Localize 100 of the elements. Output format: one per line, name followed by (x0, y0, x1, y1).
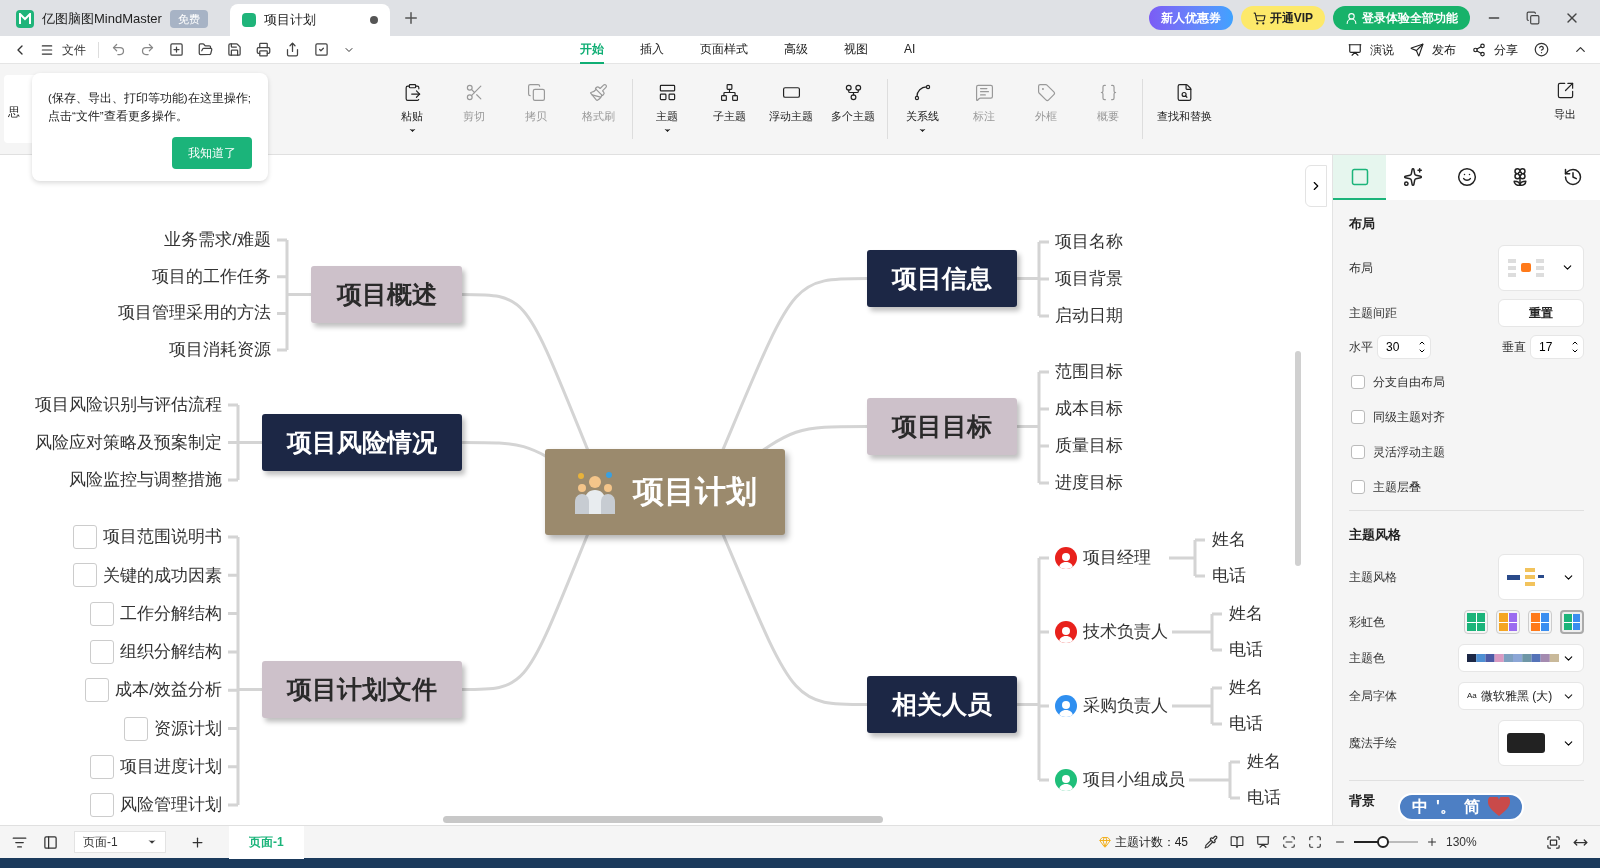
hand-drawn-select[interactable] (1498, 720, 1584, 766)
topic-node[interactable]: 项目概述 (311, 266, 462, 323)
ribbon-button[interactable]: 查找和替换 (1146, 82, 1222, 136)
ribbon-button[interactable]: 粘贴 (381, 82, 443, 136)
checkbox[interactable] (1351, 444, 1365, 459)
ime-indicator[interactable]: 中 '。 简 (1398, 793, 1524, 821)
redo-icon[interactable] (140, 42, 155, 57)
checkbox[interactable] (1351, 374, 1365, 389)
topic-node[interactable]: 项目信息 (867, 250, 1017, 307)
toolbar-action[interactable]: 分享 (1472, 40, 1518, 59)
subtopic-text[interactable]: 项目管理采用的方法 (118, 300, 271, 327)
ribbon-button[interactable]: 浮动主题 (760, 82, 822, 136)
checkbox[interactable] (1351, 409, 1365, 424)
subtopic-text[interactable]: 电话 (1229, 711, 1263, 737)
subtopic-text[interactable]: 风险管理计划 (120, 792, 222, 818)
subtopic-text[interactable]: 项目背景 (1055, 266, 1123, 292)
toolbar-action[interactable]: 发布 (1410, 40, 1456, 59)
subtopic-text[interactable]: 业务需求/难题 (164, 227, 271, 253)
checkbox[interactable] (1351, 479, 1365, 494)
subtopic-text[interactable]: 风险应对策略及预案制定 (35, 429, 222, 456)
subtopic-text[interactable]: 启动日期 (1055, 303, 1123, 329)
ribbon-tab[interactable]: 视图 (844, 35, 868, 64)
subtopic-text[interactable]: 风险监控与调整措施 (69, 467, 222, 493)
zoom-slider-thumb[interactable] (1376, 836, 1389, 848)
reset-button[interactable]: 重置 (1498, 298, 1584, 327)
rainbow-swatch[interactable] (1560, 610, 1584, 634)
checkbox[interactable] (73, 525, 97, 549)
expand-icon[interactable] (1308, 835, 1322, 849)
vertical-scrollbar[interactable] (1295, 351, 1301, 566)
add-page-icon[interactable] (190, 834, 205, 850)
subtopic-text[interactable]: 成本/效益分析 (115, 677, 222, 703)
layout-select[interactable] (1498, 244, 1584, 291)
ribbon-tab[interactable]: AI (904, 35, 916, 64)
checkbox[interactable] (73, 563, 97, 588)
undo-icon[interactable] (111, 42, 126, 57)
ribbon-button[interactable]: 多个主题 (822, 82, 884, 136)
style-select[interactable] (1498, 554, 1584, 600)
ribbon-tab[interactable]: 页面样式 (700, 35, 748, 64)
help-icon[interactable] (1534, 42, 1549, 57)
ribbon-tab[interactable]: 高级 (784, 35, 808, 64)
toolbar-action[interactable]: 演说 (1348, 40, 1394, 59)
subtopic-text[interactable]: 项目消耗资源 (169, 337, 271, 364)
number-input[interactable]: 30 (1377, 334, 1431, 359)
subtopic-text[interactable]: 工作分解结构 (120, 600, 222, 627)
print-icon[interactable] (256, 42, 271, 57)
theme-color-select[interactable] (1458, 644, 1584, 672)
fullscreen-icon[interactable] (1546, 834, 1561, 850)
ribbon-button[interactable]: 子主题 (698, 82, 760, 136)
restore-icon[interactable] (1526, 11, 1540, 25)
save-icon[interactable] (227, 42, 242, 57)
ribbon-tab[interactable]: 插入 (640, 35, 664, 64)
ribbon-button[interactable]: 关系线 (891, 82, 953, 136)
outline-icon[interactable] (12, 834, 27, 850)
ribbon-button[interactable]: 主题 (636, 82, 698, 136)
subtopic-text[interactable]: 电话 (1229, 637, 1263, 663)
checkbox[interactable] (85, 678, 110, 703)
subtopic-text[interactable]: 姓名 (1247, 749, 1281, 775)
subtopic-text[interactable]: 电话 (1212, 563, 1246, 589)
book-icon[interactable] (1230, 835, 1244, 849)
checklist-icon[interactable] (314, 42, 329, 57)
zoom-in-icon[interactable] (1426, 836, 1438, 848)
subtopic-text[interactable]: 关键的成功因素 (103, 562, 222, 589)
subtopic-text[interactable]: 电话 (1247, 785, 1281, 811)
topic-node[interactable]: 相关人员 (867, 676, 1017, 733)
subtopic-text[interactable]: 项目名称 (1055, 229, 1123, 255)
subtopic-text[interactable]: 资源计划 (154, 715, 222, 742)
menu-icon[interactable] (40, 42, 54, 57)
number-input[interactable]: 17 (1530, 334, 1584, 359)
subtopic-text[interactable]: 组织分解结构 (120, 639, 222, 665)
font-select[interactable]: Aa 微软雅黑 (大) (1458, 682, 1584, 710)
subtopic-text[interactable]: 项目风险识别与评估流程 (35, 392, 222, 418)
new-tab-icon[interactable] (402, 9, 420, 27)
document-tab[interactable]: 项目计划 (230, 4, 390, 36)
new-icon[interactable] (169, 42, 184, 57)
subtopic-text[interactable]: 项目的工作任务 (152, 263, 271, 290)
rainbow-swatch[interactable] (1464, 610, 1488, 634)
topic-node[interactable]: 项目风险情况 (262, 414, 462, 471)
subtopic-text[interactable]: 姓名 (1212, 527, 1246, 553)
export-icon[interactable] (285, 42, 300, 57)
presentation-icon[interactable] (1256, 835, 1270, 849)
subtopic-text[interactable]: 姓名 (1229, 675, 1263, 701)
promo-button[interactable]: 开通VIP (1240, 6, 1325, 30)
subtopic-text[interactable]: 质量目标 (1055, 433, 1123, 459)
subtopic-text[interactable]: 项目范围说明书 (103, 524, 222, 550)
checkbox[interactable] (124, 716, 148, 741)
folder-icon[interactable] (198, 42, 213, 57)
rainbow-swatch[interactable] (1528, 610, 1552, 634)
subtopic-text[interactable]: 进度目标 (1055, 470, 1123, 496)
checkbox[interactable] (90, 754, 114, 779)
slides-icon[interactable] (43, 834, 58, 850)
rainbow-swatch[interactable] (1496, 610, 1520, 634)
horizontal-scrollbar[interactable] (443, 816, 883, 823)
file-menu[interactable]: 文件 (62, 40, 86, 59)
checkbox[interactable] (90, 639, 114, 664)
page-select[interactable]: 页面-1 (74, 831, 166, 853)
subtopic-text[interactable]: 范围目标 (1055, 359, 1123, 385)
subtopic-text[interactable]: 成本目标 (1055, 396, 1123, 422)
subtopic-text[interactable]: 项目进度计划 (120, 754, 222, 780)
checkbox[interactable] (90, 601, 114, 626)
checkbox[interactable] (90, 793, 114, 818)
